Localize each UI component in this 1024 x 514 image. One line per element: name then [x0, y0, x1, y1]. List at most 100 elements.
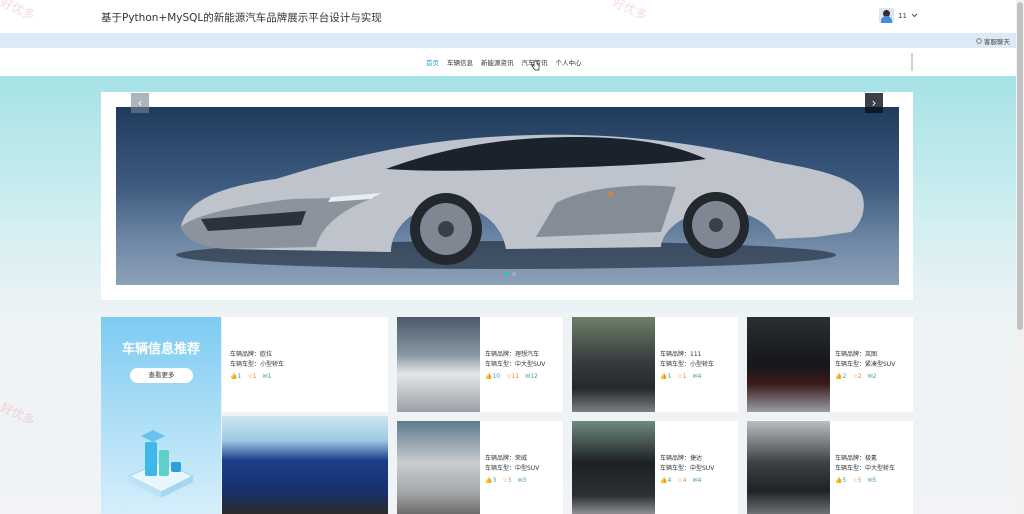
carousel-prev-button[interactable]: ‹ [131, 93, 149, 113]
carousel-dot[interactable] [505, 272, 509, 276]
comment-count: 2 [872, 373, 877, 380]
comment-count: 5 [872, 477, 877, 484]
star-icon[interactable]: ☆5 [852, 476, 861, 486]
comment-count: 1 [267, 373, 272, 380]
favorite-count: 3 [507, 477, 512, 484]
customer-service-label: 客服聊天 [984, 38, 1010, 46]
star-icon[interactable]: ☆2 [852, 372, 861, 382]
vehicle-card[interactable]: 车辆品牌：捷达车辆车型：中型SUV 👍4 ☆4 ✉4 [572, 421, 738, 514]
vehicle-photo[interactable] [397, 421, 480, 514]
star-icon[interactable]: ☆1 [677, 372, 686, 382]
carousel-next-button[interactable]: › [865, 93, 883, 113]
nav-item-1[interactable]: 车辆信息 [447, 57, 473, 67]
vehicle-stats: 👍5 ☆5 ✉5 [835, 476, 895, 486]
star-icon[interactable]: ☆1 [247, 372, 256, 382]
thumbs-up-icon[interactable]: 👍1 [660, 372, 671, 382]
favorite-count: 11 [511, 373, 520, 380]
vehicle-type: 车辆车型：小型轿车 [660, 361, 715, 368]
vehicle-stats: 👍2 ☆2 ✉2 [835, 372, 895, 382]
hand-cursor-icon [531, 60, 540, 71]
vehicle-photo[interactable] [747, 421, 830, 514]
chat-icon [976, 38, 982, 44]
chevron-right-icon: › [871, 96, 877, 110]
banner-carousel [101, 92, 913, 300]
comment-count: 12 [530, 373, 538, 380]
comment-icon[interactable]: ✉4 [693, 476, 702, 486]
thumbs-up-icon[interactable]: 👍4 [660, 476, 671, 486]
vehicle-type: 车辆车型：中大型SUV [485, 361, 546, 368]
vehicle-stats: 👍1 ☆1 ✉1 [230, 372, 284, 382]
thumbs-up-icon[interactable]: 👍5 [835, 476, 846, 486]
banner-slide-image [116, 107, 899, 285]
comment-icon[interactable]: ✉12 [525, 372, 538, 382]
customer-service-link[interactable]: 客服聊天 [976, 36, 1010, 46]
vehicle-type: 车辆车型：紧凑型SUV [835, 361, 896, 368]
nav-item-0[interactable]: 首页 [426, 57, 439, 67]
vehicle-photo[interactable] [397, 317, 480, 412]
like-count: 10 [492, 373, 501, 380]
favorite-count: 5 [857, 477, 862, 484]
thumbs-up-icon[interactable]: 👍10 [485, 372, 500, 382]
thumbs-up-icon[interactable]: 👍3 [485, 476, 496, 486]
recommend-panel: 车辆信息推荐 查看更多 [101, 317, 221, 514]
data-illustration-icon [127, 430, 195, 498]
vehicle-card[interactable]: 车辆品牌：极氪车辆车型：中大型轿车 👍5 ☆5 ✉5 [747, 421, 913, 514]
thumbs-up-icon[interactable]: 👍1 [230, 372, 241, 382]
vehicle-type: 车辆车型：中型SUV [660, 465, 715, 472]
nav-item-4[interactable]: 个人中心 [556, 57, 582, 67]
vehicle-card[interactable]: 车辆品牌：欧拉 车辆车型：小型轿车 👍1 ☆1 ✉1 [222, 317, 388, 412]
vehicle-photo[interactable] [747, 317, 830, 412]
featured-vehicle-photo[interactable] [222, 416, 388, 514]
like-count: 5 [842, 477, 847, 484]
like-count: 1 [237, 373, 242, 380]
comment-icon[interactable]: ✉5 [868, 476, 877, 486]
vehicle-stats: 👍4 ☆4 ✉4 [660, 476, 714, 486]
vehicle-card[interactable]: 车辆品牌：荣威 车辆车型：中型SUV 👍3 ☆3 ✉3 [397, 421, 563, 514]
star-icon[interactable]: ☆4 [677, 476, 686, 486]
comment-icon[interactable]: ✉1 [263, 372, 272, 382]
app-title: 基于Python+MySQL的新能源汽车品牌展示平台设计与实现 [101, 12, 382, 24]
carousel-dot[interactable] [512, 272, 516, 276]
comment-icon[interactable]: ✉4 [693, 372, 702, 382]
scrollbar[interactable] [1016, 0, 1024, 514]
vehicle-photo[interactable] [572, 317, 655, 412]
vehicle-brand: 车辆品牌：荣威 [485, 455, 528, 462]
vehicle-brand: 车辆品牌：捷达 [660, 455, 703, 462]
star-icon[interactable]: ☆3 [502, 476, 511, 486]
comment-count: 3 [522, 477, 527, 484]
favorite-count: 1 [682, 373, 687, 380]
nav-item-2[interactable]: 新能源资讯 [481, 57, 514, 67]
vehicle-brand: 车辆品牌：111 [660, 351, 702, 358]
user-menu[interactable]: 11 [879, 8, 918, 23]
vehicle-brand: 车辆品牌：极氪 [835, 455, 878, 462]
vehicle-brand: 车辆品牌：岚图 [835, 351, 878, 358]
favorite-count: 4 [682, 477, 687, 484]
vehicle-card[interactable]: 车辆品牌：理想汽车 车辆车型：中大型SUV 👍10 ☆11 ✉12 [397, 317, 563, 412]
vehicle-card[interactable]: 车辆品牌：岚图车辆车型：紧凑型SUV 👍2 ☆2 ✉2 [747, 317, 913, 412]
view-more-button[interactable]: 查看更多 [130, 368, 193, 383]
service-strip: 客服聊天 [0, 33, 1016, 48]
comment-icon[interactable]: ✉3 [518, 476, 527, 486]
vehicle-stats: 👍1 ☆1 ✉4 [660, 372, 714, 382]
like-count: 4 [667, 477, 672, 484]
vehicle-stats: 👍3 ☆3 ✉3 [485, 476, 539, 486]
vehicle-brand: 车辆品牌：理想汽车 [485, 351, 540, 358]
thumbs-up-icon[interactable]: 👍2 [835, 372, 846, 382]
sports-car-image [176, 134, 864, 269]
comment-count: 4 [697, 373, 702, 380]
avatar[interactable] [879, 8, 894, 23]
comment-count: 4 [697, 477, 702, 484]
vehicle-card[interactable]: 车辆品牌：111 车辆车型：小型轿车 👍1 ☆1 ✉4 [572, 317, 738, 412]
vehicle-photo[interactable] [572, 421, 655, 514]
vehicle-type: 车辆车型：中大型轿车 [835, 465, 896, 472]
star-icon[interactable]: ☆11 [506, 372, 519, 382]
nav-items: 首页车辆信息新能源资讯汽车资讯个人中心 [426, 57, 582, 67]
comment-icon[interactable]: ✉2 [868, 372, 877, 382]
recommend-title: 车辆信息推荐 [121, 342, 200, 357]
like-count: 3 [492, 477, 497, 484]
vehicle-stats: 👍10 ☆11 ✉12 [485, 372, 545, 382]
main-nav: 首页车辆信息新能源资讯汽车资讯个人中心 [0, 48, 1016, 76]
scrollbar-thumb[interactable] [1017, 2, 1023, 330]
vehicle-type: 车辆车型：小型轿车 [230, 361, 285, 368]
user-name: 11 [898, 11, 907, 20]
